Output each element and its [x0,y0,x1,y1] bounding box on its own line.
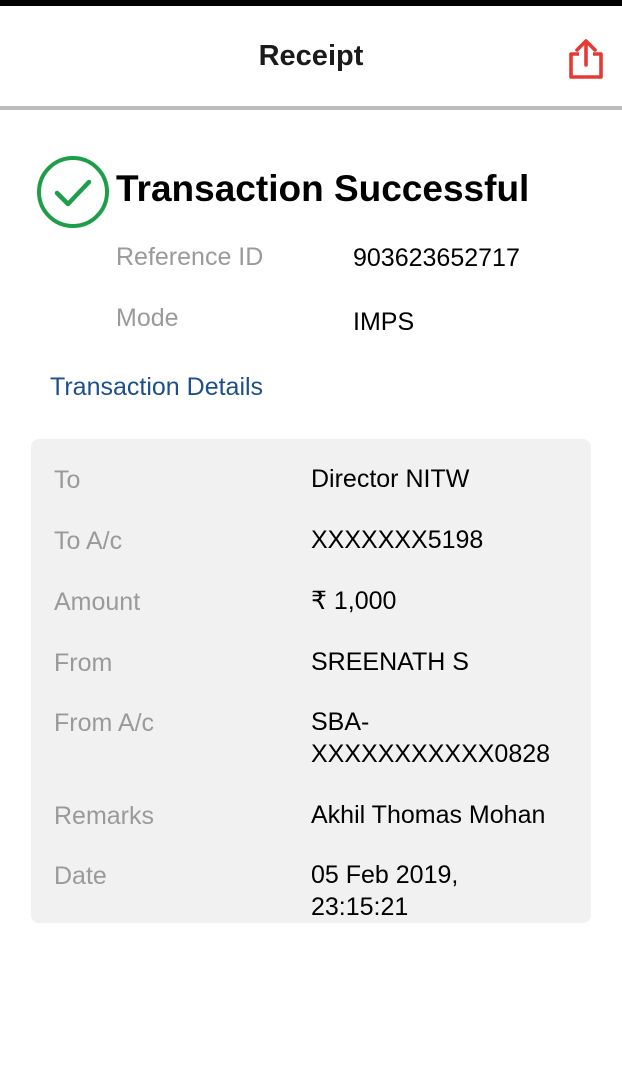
to-label: To [54,466,81,494]
page-title: Receipt [258,40,364,72]
remarks-value: Akhil Thomas Mohan [311,801,546,829]
mode-label: Mode [116,304,179,332]
date-value: 05 Feb 2019, 23:15:21 [311,861,459,921]
from-account-value: SBA- XXXXXXXXXXX0828 [311,708,551,768]
from-account-label: From A/c [54,709,155,737]
date-label: Date [54,862,107,890]
share-icon[interactable] [566,38,606,80]
from-label: From [54,649,113,677]
from-value: SREENATH S [311,648,469,676]
amount-label: Amount [54,588,141,616]
to-value: Director NITW [311,465,470,493]
transaction-details-card [31,439,591,923]
app-header: Receipt [0,6,622,110]
reference-id-label: Reference ID [116,243,264,271]
to-account-value: XXXXXXX5198 [311,526,484,554]
transaction-details-heading: Transaction Details [50,373,264,401]
check-circle-icon [37,156,109,228]
to-account-label: To A/c [54,527,123,555]
mode-value: IMPS [353,308,415,336]
amount-value: ₹ 1,000 [311,587,397,615]
remarks-label: Remarks [54,802,155,830]
reference-id-value: 903623652717 [353,244,520,272]
transaction-status-title: Transaction Successful [116,168,530,209]
receipt-screen: Receipt Transaction Successful Reference… [0,0,622,1086]
